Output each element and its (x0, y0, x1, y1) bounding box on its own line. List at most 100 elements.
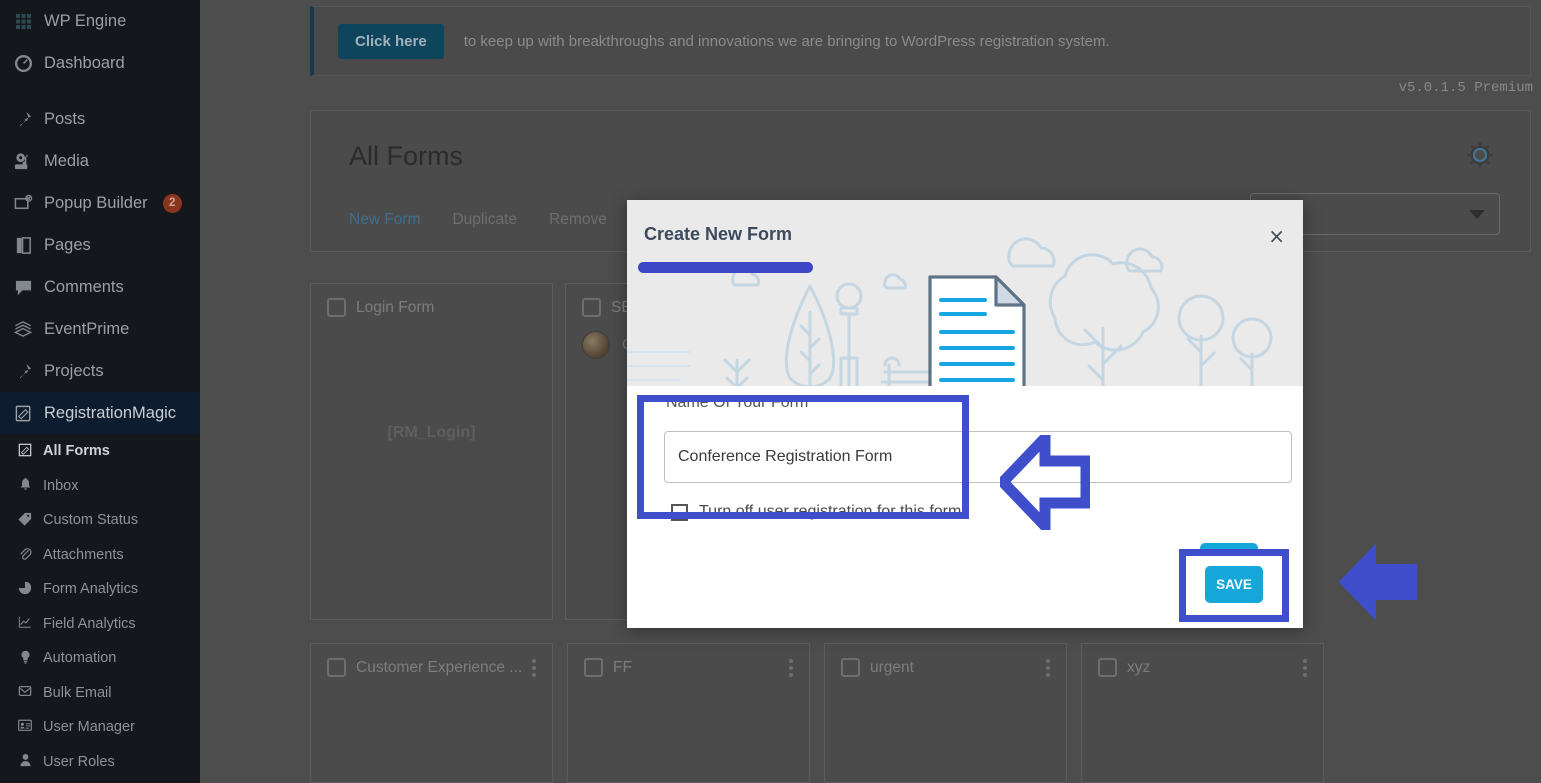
save-button-highlighted[interactable]: SAVE (1205, 566, 1263, 603)
form-card-checkbox[interactable] (841, 658, 860, 677)
form-card-shortcode: [RM_Login] (387, 424, 476, 441)
sidebar-item-label: Inbox (43, 477, 79, 494)
form-card-header: urgent (825, 644, 1066, 677)
mail-icon (16, 684, 34, 701)
sidebar-item-pages[interactable]: Pages (0, 224, 200, 266)
form-card-checkbox[interactable] (327, 658, 346, 677)
version-label: v5.0.1.5 Premium (1398, 80, 1533, 96)
sidebar-item-label: User Manager (43, 719, 135, 736)
sidebar-item-comments[interactable]: Comments (0, 266, 200, 308)
sidebar-item-all-forms[interactable]: All Forms (0, 434, 200, 469)
notice-text: to keep up with breakthroughs and innova… (463, 32, 1110, 50)
bell-icon (16, 477, 34, 494)
sidebar-item-form-analytics[interactable]: Form Analytics (0, 572, 200, 607)
sidebar-item-user-roles[interactable]: User Roles (0, 745, 200, 780)
paperclip-icon (16, 546, 34, 563)
user-card-icon (16, 719, 34, 735)
sidebar-item-label: Custom Status (43, 512, 139, 529)
modal-header: Create New Form × (627, 200, 1303, 386)
avatar (582, 331, 610, 359)
sidebar-item-label: Media (44, 151, 89, 170)
sidebar-item-label: Comments (44, 277, 124, 296)
sidebar-item-label: All Forms (43, 443, 110, 460)
sidebar-item-projects[interactable]: Projects (0, 350, 200, 392)
admin-sidebar: WP Engine Dashboard Posts Media Popup Bu… (0, 0, 212, 783)
sidebar-item-label: Field Analytics (43, 615, 136, 632)
form-card-checkbox[interactable] (1098, 658, 1117, 677)
sidebar-item-label: RegistrationMagic (44, 403, 177, 422)
sidebar-item-label: Dashboard (44, 53, 125, 72)
sidebar-item-inbox[interactable]: Inbox (0, 469, 200, 504)
form-card[interactable]: Customer Experience ... (310, 643, 553, 783)
sidebar-item-bulk-email[interactable]: Bulk Email (0, 676, 200, 711)
panel-tabs: New Form Duplicate Remove (349, 211, 607, 229)
form-card-title: FF (613, 658, 632, 676)
click-here-button[interactable]: Click here (338, 23, 444, 59)
form-card[interactable]: FF (567, 643, 810, 783)
sidebar-item-label: WP Engine (44, 11, 127, 30)
form-card[interactable]: Login Form [RM_Login] (310, 283, 553, 620)
chevron-down-icon (1469, 209, 1485, 219)
sidebar-item-eventprime[interactable]: EventPrime (0, 308, 200, 350)
sidebar-item-label: Bulk Email (43, 684, 112, 701)
form-card-checkbox[interactable] (582, 298, 601, 317)
form-card-checkbox[interactable] (327, 298, 346, 317)
promo-notice: Click here to keep up with breakthroughs… (310, 6, 1531, 76)
sidebar-item-label: Popup Builder (44, 193, 148, 212)
sidebar-item-automation[interactable]: Automation (0, 641, 200, 676)
eventprime-icon (12, 319, 34, 339)
sidebar-item-custom-status[interactable]: Custom Status (0, 503, 200, 538)
tab-duplicate[interactable]: Duplicate (452, 211, 517, 229)
form-card-header: FF (568, 644, 809, 677)
sidebar-item-dashboard[interactable]: Dashboard (0, 42, 200, 84)
forms-icon (16, 443, 34, 460)
registrationmagic-icon (12, 403, 34, 423)
form-card-title: Customer Experience ... (356, 658, 522, 676)
sidebar-item-wp-engine[interactable]: WP Engine (0, 0, 200, 42)
gear-icon[interactable] (1464, 139, 1496, 171)
media-icon (12, 151, 34, 171)
form-card-header: xyz (1082, 644, 1323, 677)
sidebar-item-registrationmagic[interactable]: RegistrationMagic (0, 392, 212, 434)
arrow-pointing-to-form-name-input (1000, 435, 1090, 530)
arrow-pointing-to-save-button (1338, 543, 1417, 621)
modal-title: Create New Form (644, 224, 793, 244)
form-card-title: Login Form (356, 298, 435, 316)
form-card-title: urgent (870, 658, 914, 676)
kebab-menu-icon[interactable] (789, 658, 797, 677)
tab-new-form[interactable]: New Form (349, 211, 420, 229)
tag-icon (16, 512, 34, 529)
kebab-menu-icon[interactable] (1046, 658, 1054, 677)
sidebar-item-media[interactable]: Media (0, 140, 200, 182)
kebab-menu-icon[interactable] (1303, 658, 1311, 677)
form-card-checkbox[interactable] (584, 658, 603, 677)
sidebar-item-popup-builder[interactable]: Popup Builder 2 (0, 182, 200, 224)
form-card[interactable]: xyz (1081, 643, 1324, 783)
kebab-menu-icon[interactable] (532, 658, 540, 677)
form-card-header: Login Form (311, 284, 552, 317)
form-card[interactable]: urgent (824, 643, 1067, 783)
dashboard-icon (12, 53, 34, 73)
sidebar-item-attachments[interactable]: Attachments (0, 538, 200, 573)
bulb-icon (16, 650, 34, 667)
sidebar-item-label: EventPrime (44, 319, 130, 338)
sidebar-item-label: User Roles (43, 753, 115, 770)
sidebar-item-field-analytics[interactable]: Field Analytics (0, 607, 200, 642)
pages-icon (12, 235, 34, 255)
sidebar-item-label: Form Analytics (43, 581, 139, 598)
close-icon[interactable]: × (1268, 226, 1285, 246)
popup-builder-badge: 2 (162, 193, 182, 213)
comments-icon (12, 277, 34, 297)
sidebar-item-label: Automation (43, 650, 117, 667)
sidebar-item-label: Attachments (43, 546, 124, 563)
form-card-header: Customer Experience ... (311, 644, 552, 677)
tab-remove[interactable]: Remove (549, 211, 607, 229)
sidebar-item-label: Posts (44, 109, 86, 128)
line-chart-icon (16, 615, 34, 632)
annotation-box-form-name-field (637, 395, 969, 519)
pin-icon (12, 109, 34, 129)
sidebar-item-posts[interactable]: Posts (0, 98, 200, 140)
modal-title-underline (638, 262, 813, 273)
form-card-title: xyz (1127, 658, 1151, 676)
sidebar-item-user-manager[interactable]: User Manager (0, 710, 200, 745)
